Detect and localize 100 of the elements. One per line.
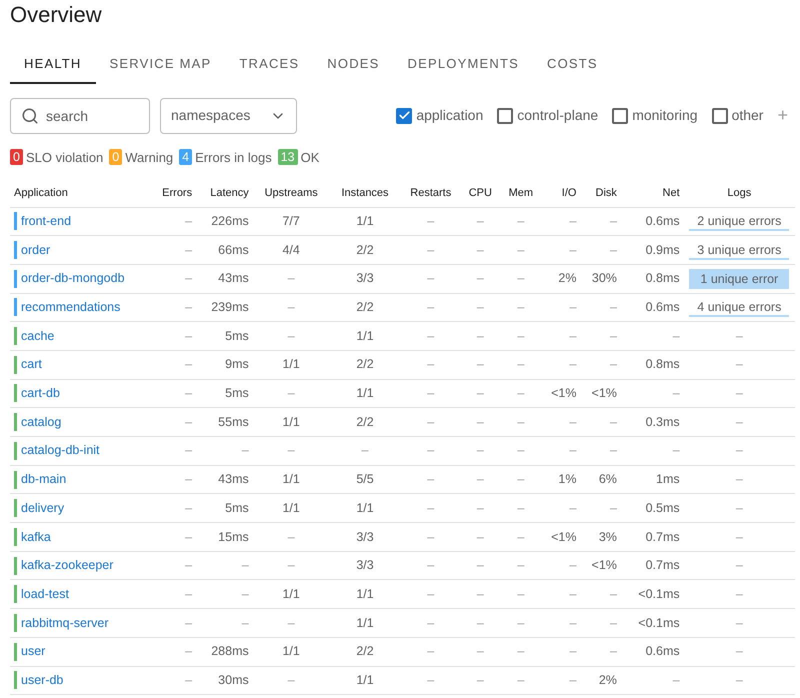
table-cell: – <box>517 328 524 343</box>
tab[interactable]: SERVICE MAP <box>96 54 226 84</box>
logs-errors-badge[interactable]: 3 unique errors <box>689 240 790 260</box>
table-cell: – <box>427 328 434 343</box>
tab[interactable]: COSTS <box>532 54 612 84</box>
table-cell: – <box>242 558 249 572</box>
logs-errors-badge[interactable]: 2 unique errors <box>689 211 790 232</box>
application-link[interactable]: rabbitmq-server <box>21 614 109 632</box>
table-cell: – <box>736 586 743 601</box>
table-cell: – <box>476 443 484 458</box>
search-field[interactable]: search <box>10 98 150 134</box>
table-cell: – <box>185 328 192 343</box>
table-cell: – <box>610 357 617 372</box>
add-button[interactable]: + <box>777 102 788 129</box>
application-link[interactable]: user-db <box>21 670 64 690</box>
table-cell: – <box>288 271 295 286</box>
table-cell: 1/1 <box>356 214 374 228</box>
table-cell: – <box>185 214 192 228</box>
status-label: SLO violation <box>26 148 104 166</box>
table-cell: – <box>610 443 617 458</box>
filter-label[interactable]: control-plane <box>517 105 598 126</box>
filter-label[interactable]: other <box>732 105 764 126</box>
table-cell: – <box>185 271 192 286</box>
application-link[interactable]: cart <box>21 355 42 374</box>
table-cell: 2/2 <box>356 414 374 429</box>
table-cell: – <box>476 386 484 400</box>
table-cell: – <box>288 672 295 687</box>
page-title: Overview <box>10 1 103 28</box>
table-cell: – <box>517 616 524 630</box>
filter-label[interactable]: application <box>416 105 484 126</box>
tab[interactable]: HEALTH <box>10 54 96 84</box>
application-link[interactable]: cache <box>21 326 54 346</box>
table-cell: 43ms <box>218 271 249 286</box>
checkbox[interactable] <box>612 108 628 124</box>
table-cell: – <box>736 472 743 486</box>
table-cell: – <box>570 586 576 601</box>
table-cell: – <box>517 500 524 515</box>
checkbox[interactable] <box>497 108 514 124</box>
table-cell: – <box>476 300 484 314</box>
table-cell: 30% <box>592 271 617 286</box>
table-cell: 1/1 <box>356 386 374 400</box>
tab[interactable]: DEPLOYMENTS <box>394 54 533 84</box>
table-cell: 2/2 <box>356 300 374 314</box>
table-cell: <1% <box>551 530 576 544</box>
table-cell: – <box>570 672 576 687</box>
table-cell: – <box>517 530 524 544</box>
application-link[interactable]: delivery <box>21 498 64 518</box>
application-link[interactable]: catalog-db-init <box>21 441 100 460</box>
table-cell: 9ms <box>225 357 249 372</box>
table-cell: – <box>736 672 743 687</box>
table-cell: 1/1 <box>356 672 374 687</box>
count-badge: 0 <box>10 149 23 166</box>
tab[interactable]: NODES <box>313 54 394 84</box>
table-cell: – <box>736 357 743 372</box>
namespaces-dropdown[interactable]: namespaces <box>160 98 297 134</box>
application-link[interactable]: order <box>21 240 50 260</box>
application-link[interactable]: db-main <box>21 470 66 489</box>
column-header: Restarts <box>410 186 452 198</box>
table-cell: – <box>570 443 576 458</box>
checkbox[interactable] <box>712 108 728 124</box>
table-cell: – <box>288 443 295 458</box>
table-cell: – <box>185 414 192 429</box>
application-link[interactable]: front-end <box>21 212 72 231</box>
application-link[interactable]: kafka-zookeeper <box>21 556 114 575</box>
filter-label[interactable]: monitoring <box>632 105 698 126</box>
table-cell: – <box>736 414 743 429</box>
table-cell: – <box>242 616 249 630</box>
table-cell: – <box>736 616 743 630</box>
logs-errors-badge[interactable]: 4 unique errors <box>689 297 790 318</box>
table-cell: 0.7ms <box>646 530 680 544</box>
application-link[interactable]: order-db-mongodb <box>21 269 125 288</box>
table-cell: – <box>185 644 192 658</box>
application-link[interactable]: load-test <box>21 584 69 604</box>
table-cell: 2/2 <box>356 357 374 372</box>
table-cell: – <box>570 300 576 314</box>
table-cell: 1/1 <box>356 500 374 515</box>
application-link[interactable]: catalog <box>21 412 62 432</box>
checkbox[interactable] <box>396 108 412 124</box>
table-cell: 0.6ms <box>646 300 680 314</box>
table-cell: – <box>672 672 680 687</box>
table-cell: – <box>476 644 484 658</box>
column-header: Net <box>662 186 680 198</box>
application-link[interactable]: kafka <box>21 528 51 546</box>
table-cell: – <box>476 357 484 372</box>
table-cell: – <box>517 558 524 572</box>
application-link[interactable]: recommendations <box>21 298 120 317</box>
table-cell: 6% <box>598 472 617 486</box>
application-link[interactable]: user <box>21 642 46 662</box>
count-badge: 0 <box>109 149 122 166</box>
table-cell: – <box>476 214 484 228</box>
table-cell: – <box>517 644 524 658</box>
tab[interactable]: TRACES <box>225 54 314 84</box>
table-cell: – <box>185 500 192 515</box>
table-cell: – <box>427 558 434 572</box>
table-cell: – <box>610 644 617 658</box>
table-cell: – <box>427 500 434 515</box>
application-link[interactable]: cart-db <box>21 384 60 403</box>
column-header: Errors <box>162 186 192 198</box>
table-cell: – <box>427 644 434 658</box>
logs-errors-badge[interactable]: 1 unique error <box>689 268 790 289</box>
